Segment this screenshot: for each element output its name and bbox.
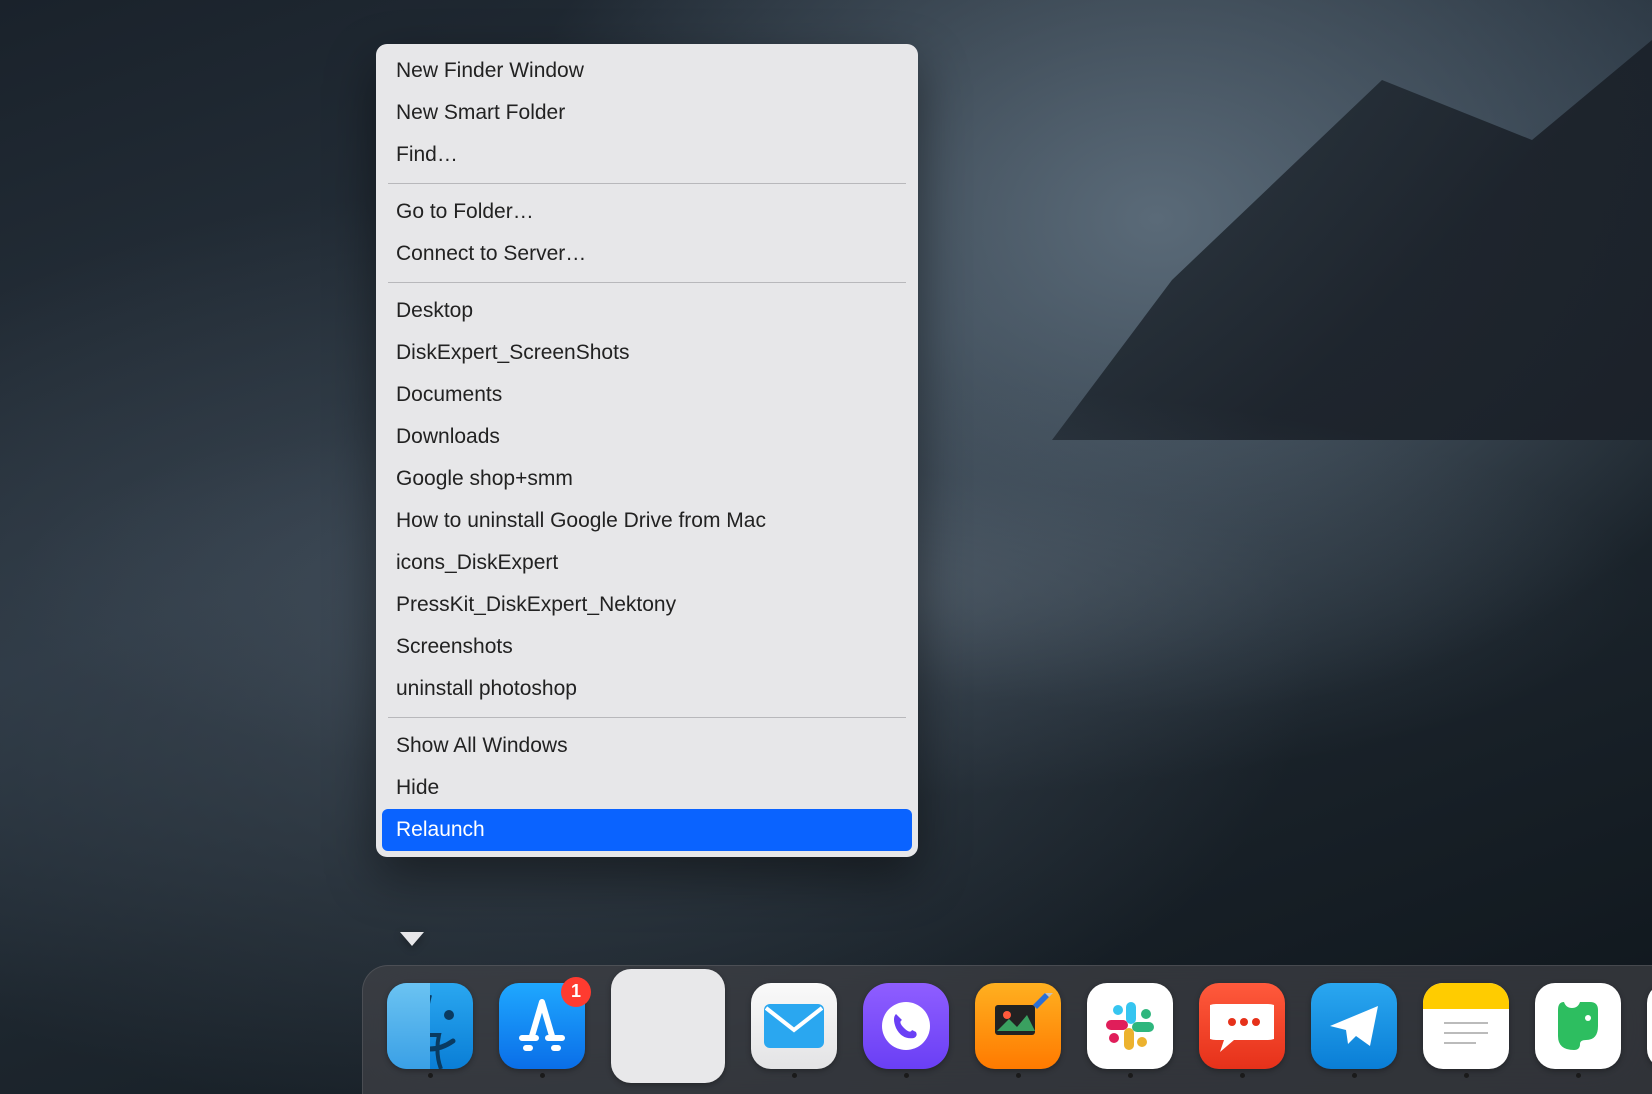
dock-item: [387, 983, 473, 1078]
desktop-wallpaper: New Finder WindowNew Smart FolderFind… Go…: [0, 0, 1652, 1094]
running-indicator-dot: [792, 1073, 797, 1078]
running-indicator-dot: [1576, 1073, 1581, 1078]
dock-item: [1087, 983, 1173, 1078]
chrome-icon[interactable]: [1647, 983, 1652, 1069]
dock-item: [975, 983, 1061, 1078]
running-indicator-dot: [1240, 1073, 1245, 1078]
pixelmator-icon[interactable]: [975, 983, 1061, 1069]
viber-icon[interactable]: [863, 983, 949, 1069]
dock-item: [1647, 983, 1652, 1078]
menu-downloads[interactable]: Downloads: [382, 416, 912, 458]
evernote-icon[interactable]: [1535, 983, 1621, 1069]
menu-find[interactable]: Find…: [382, 134, 912, 176]
menu-desktop[interactable]: Desktop: [382, 290, 912, 332]
menu-show-all-windows[interactable]: Show All Windows: [382, 725, 912, 767]
menu-screenshots[interactable]: Screenshots: [382, 626, 912, 668]
running-indicator-dot: [1128, 1073, 1133, 1078]
dock-item: [1423, 983, 1509, 1078]
menu-uninstall-photoshop[interactable]: uninstall photoshop: [382, 668, 912, 710]
menu-diskexpert-screenshots[interactable]: DiskExpert_ScreenShots: [382, 332, 912, 374]
dock-item: [1199, 983, 1285, 1078]
menu-connect-to-server[interactable]: Connect to Server…: [382, 233, 912, 275]
menu-hide[interactable]: Hide: [382, 767, 912, 809]
finder-context-menu: New Finder WindowNew Smart FolderFind… Go…: [376, 44, 918, 857]
finder-icon[interactable]: [387, 983, 473, 1069]
menu-how-to-uninstall-google-drive[interactable]: How to uninstall Google Drive from Mac: [382, 500, 912, 542]
menu-presskit-diskexpert[interactable]: PressKit_DiskExpert_Nektony: [382, 584, 912, 626]
dock-item: 1: [499, 983, 585, 1078]
slack-icon[interactable]: [1087, 983, 1173, 1069]
dock-item: [1311, 983, 1397, 1078]
running-indicator-dot: [1352, 1073, 1357, 1078]
menu-documents[interactable]: Documents: [382, 374, 912, 416]
chat-icon[interactable]: [1199, 983, 1285, 1069]
appstore-icon[interactable]: 1: [499, 983, 585, 1069]
menu-icons-diskexpert[interactable]: icons_DiskExpert: [382, 542, 912, 584]
menu-separator: [388, 717, 906, 718]
dock-item: [863, 983, 949, 1078]
running-indicator-dot: [904, 1073, 909, 1078]
dock: 1“: [362, 965, 1652, 1094]
launchpad-icon[interactable]: [611, 969, 725, 1083]
menu-new-smart-folder[interactable]: New Smart Folder: [382, 92, 912, 134]
context-menu-pointer: [400, 932, 424, 946]
dock-item: [611, 969, 725, 1092]
menu-google-shop-smm[interactable]: Google shop+smm: [382, 458, 912, 500]
dock-item: [751, 983, 837, 1078]
running-indicator-dot: [540, 1073, 545, 1078]
menu-go-to-folder[interactable]: Go to Folder…: [382, 191, 912, 233]
menu-separator: [388, 282, 906, 283]
menu-separator: [388, 183, 906, 184]
notes-icon[interactable]: [1423, 983, 1509, 1069]
menu-relaunch[interactable]: Relaunch: [382, 809, 912, 851]
running-indicator-dot: [1464, 1073, 1469, 1078]
notification-badge: 1: [561, 977, 591, 1007]
mail-icon[interactable]: [751, 983, 837, 1069]
dock-item: [1535, 983, 1621, 1078]
menu-new-finder-window[interactable]: New Finder Window: [382, 50, 912, 92]
telegram-icon[interactable]: [1311, 983, 1397, 1069]
running-indicator-dot: [1016, 1073, 1021, 1078]
running-indicator-dot: [428, 1073, 433, 1078]
